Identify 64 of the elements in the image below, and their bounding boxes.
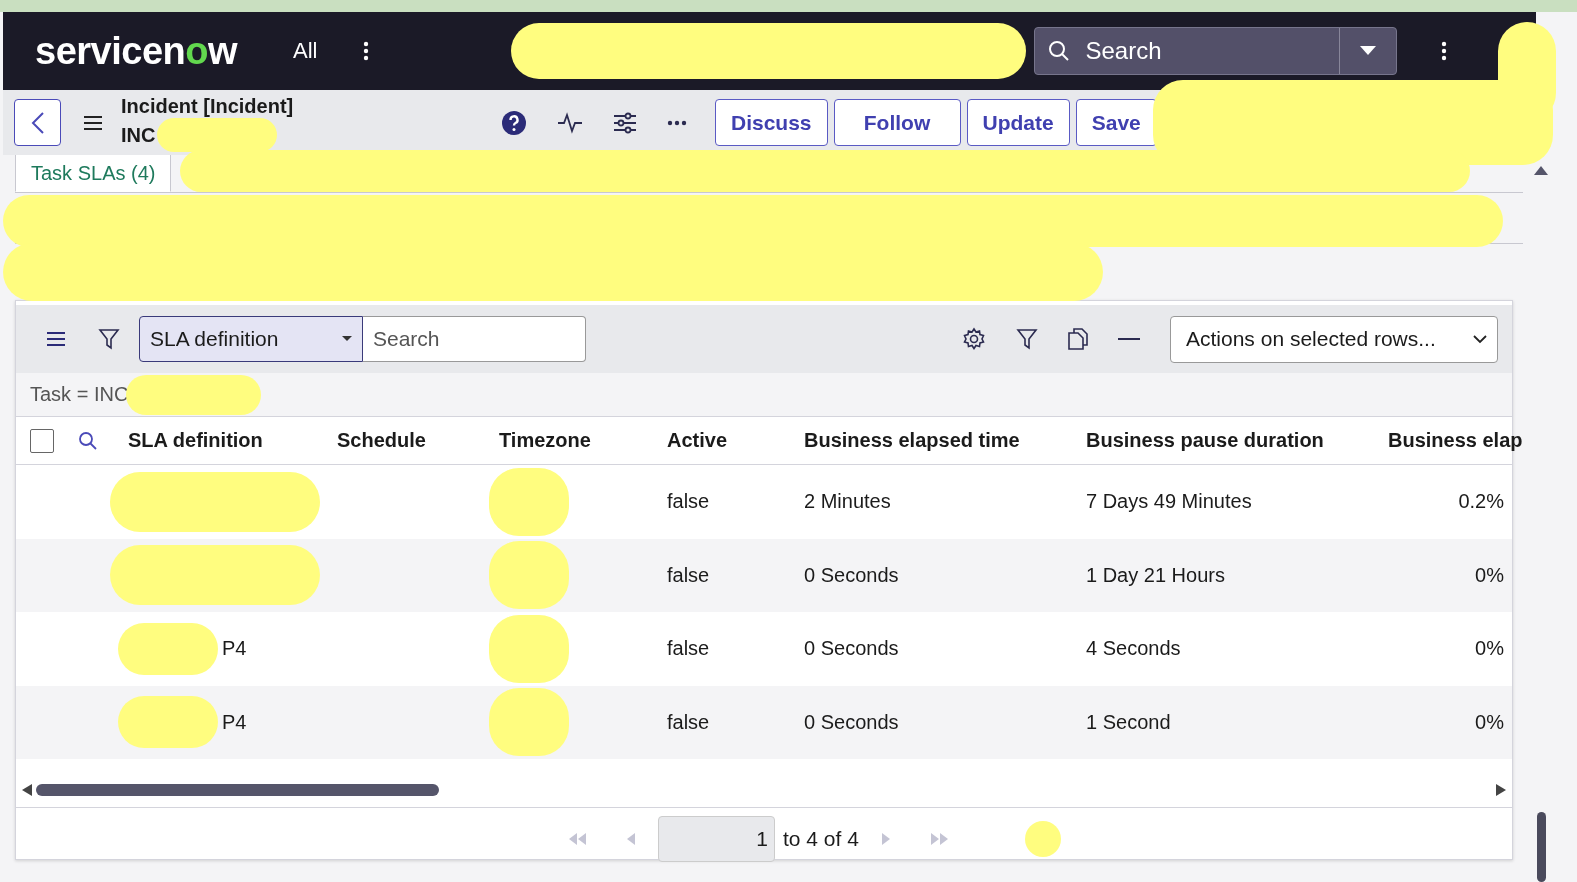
- more-icon[interactable]: [667, 119, 687, 126]
- actions-select[interactable]: Actions on selected rows...: [1170, 315, 1498, 363]
- search-icon[interactable]: [78, 430, 98, 451]
- table-cell-text: 0%: [1474, 563, 1505, 587]
- menu-icon[interactable]: [83, 114, 103, 131]
- scroll-left-icon[interactable]: [22, 784, 32, 796]
- search-field[interactable]: Search: [363, 316, 586, 362]
- column-header[interactable]: Business elapsed time: [804, 429, 1086, 452]
- table-cell-text: 0%: [1474, 710, 1505, 734]
- chevron-left-icon: [30, 110, 45, 135]
- table-cell-text: 0.2%: [1457, 490, 1505, 514]
- more-icon[interactable]: [363, 41, 370, 61]
- tab[interactable]: Task SLAs (4): [15, 155, 172, 192]
- record-title: Incident [Incident]: [121, 93, 295, 118]
- group-by-select[interactable]: SLA definition: [139, 316, 363, 362]
- column-header[interactable]: Business elap: [1388, 429, 1523, 452]
- table-cell-text: 7 Days 49 Minutes: [1086, 490, 1253, 514]
- scrollbar-thumb[interactable]: [1536, 812, 1546, 882]
- servicenow-logo[interactable]: servicenow: [35, 29, 237, 73]
- table-cell-text: 0%: [1474, 637, 1505, 661]
- table-cell-text: false: [667, 490, 711, 514]
- page-range: to 4 of 4: [783, 827, 859, 851]
- action-button[interactable]: Update: [966, 99, 1070, 146]
- table-cell-text: 0 Seconds: [804, 710, 900, 734]
- back-button[interactable]: [14, 99, 61, 146]
- collapse-icon[interactable]: [1118, 337, 1140, 341]
- table-cell-text: 0 Seconds: [804, 563, 900, 587]
- action-button[interactable]: Follow: [833, 99, 961, 146]
- record-number: INC: [121, 122, 156, 147]
- menu-icon[interactable]: [46, 331, 66, 347]
- column-header[interactable]: Business pause duration: [1086, 429, 1388, 452]
- scroll-right-icon[interactable]: [1496, 784, 1506, 796]
- column-header[interactable]: Schedule: [337, 429, 499, 452]
- table-cell-text: false: [667, 710, 711, 734]
- all-menu[interactable]: All: [287, 37, 324, 65]
- filter-breadcrumb[interactable]: Task = INC: [30, 383, 129, 406]
- filter-icon[interactable]: [1016, 328, 1038, 350]
- select-all-checkbox[interactable]: [30, 428, 54, 453]
- page-number-field[interactable]: 1: [658, 816, 775, 862]
- chevron-down-icon: [1473, 334, 1487, 344]
- table-cell-text: 0 Seconds: [804, 637, 900, 661]
- table-cell-text: 1 Second: [1086, 710, 1172, 734]
- caret-icon[interactable]: [1360, 46, 1377, 56]
- table-cell: P4: [222, 710, 247, 734]
- column-header[interactable]: SLA definition: [128, 429, 337, 452]
- search-field[interactable]: Search: [1034, 27, 1398, 75]
- caret-icon: [342, 336, 352, 342]
- table-cell: P4: [222, 637, 247, 661]
- filter-icon[interactable]: [98, 328, 120, 350]
- column-header[interactable]: Timezone: [499, 429, 667, 452]
- scrollbar-thumb[interactable]: [36, 784, 439, 796]
- help-icon[interactable]: [501, 109, 527, 136]
- table-cell-text: false: [667, 637, 711, 661]
- settings-icon[interactable]: [962, 327, 986, 351]
- table-cell-text: false: [667, 563, 711, 587]
- sliders-icon[interactable]: [613, 111, 637, 134]
- table-cell-text: 2 Minutes: [804, 490, 892, 514]
- column-header[interactable]: Active: [667, 429, 804, 452]
- action-button[interactable]: Save: [1075, 99, 1157, 146]
- more-icon[interactable]: [1441, 41, 1448, 61]
- table-cell-text: 1 Day 21 Hours: [1086, 563, 1226, 587]
- copy-icon[interactable]: [1068, 328, 1088, 350]
- action-button[interactable]: Discuss: [715, 99, 828, 146]
- table-cell-text: 4 Seconds: [1086, 637, 1182, 661]
